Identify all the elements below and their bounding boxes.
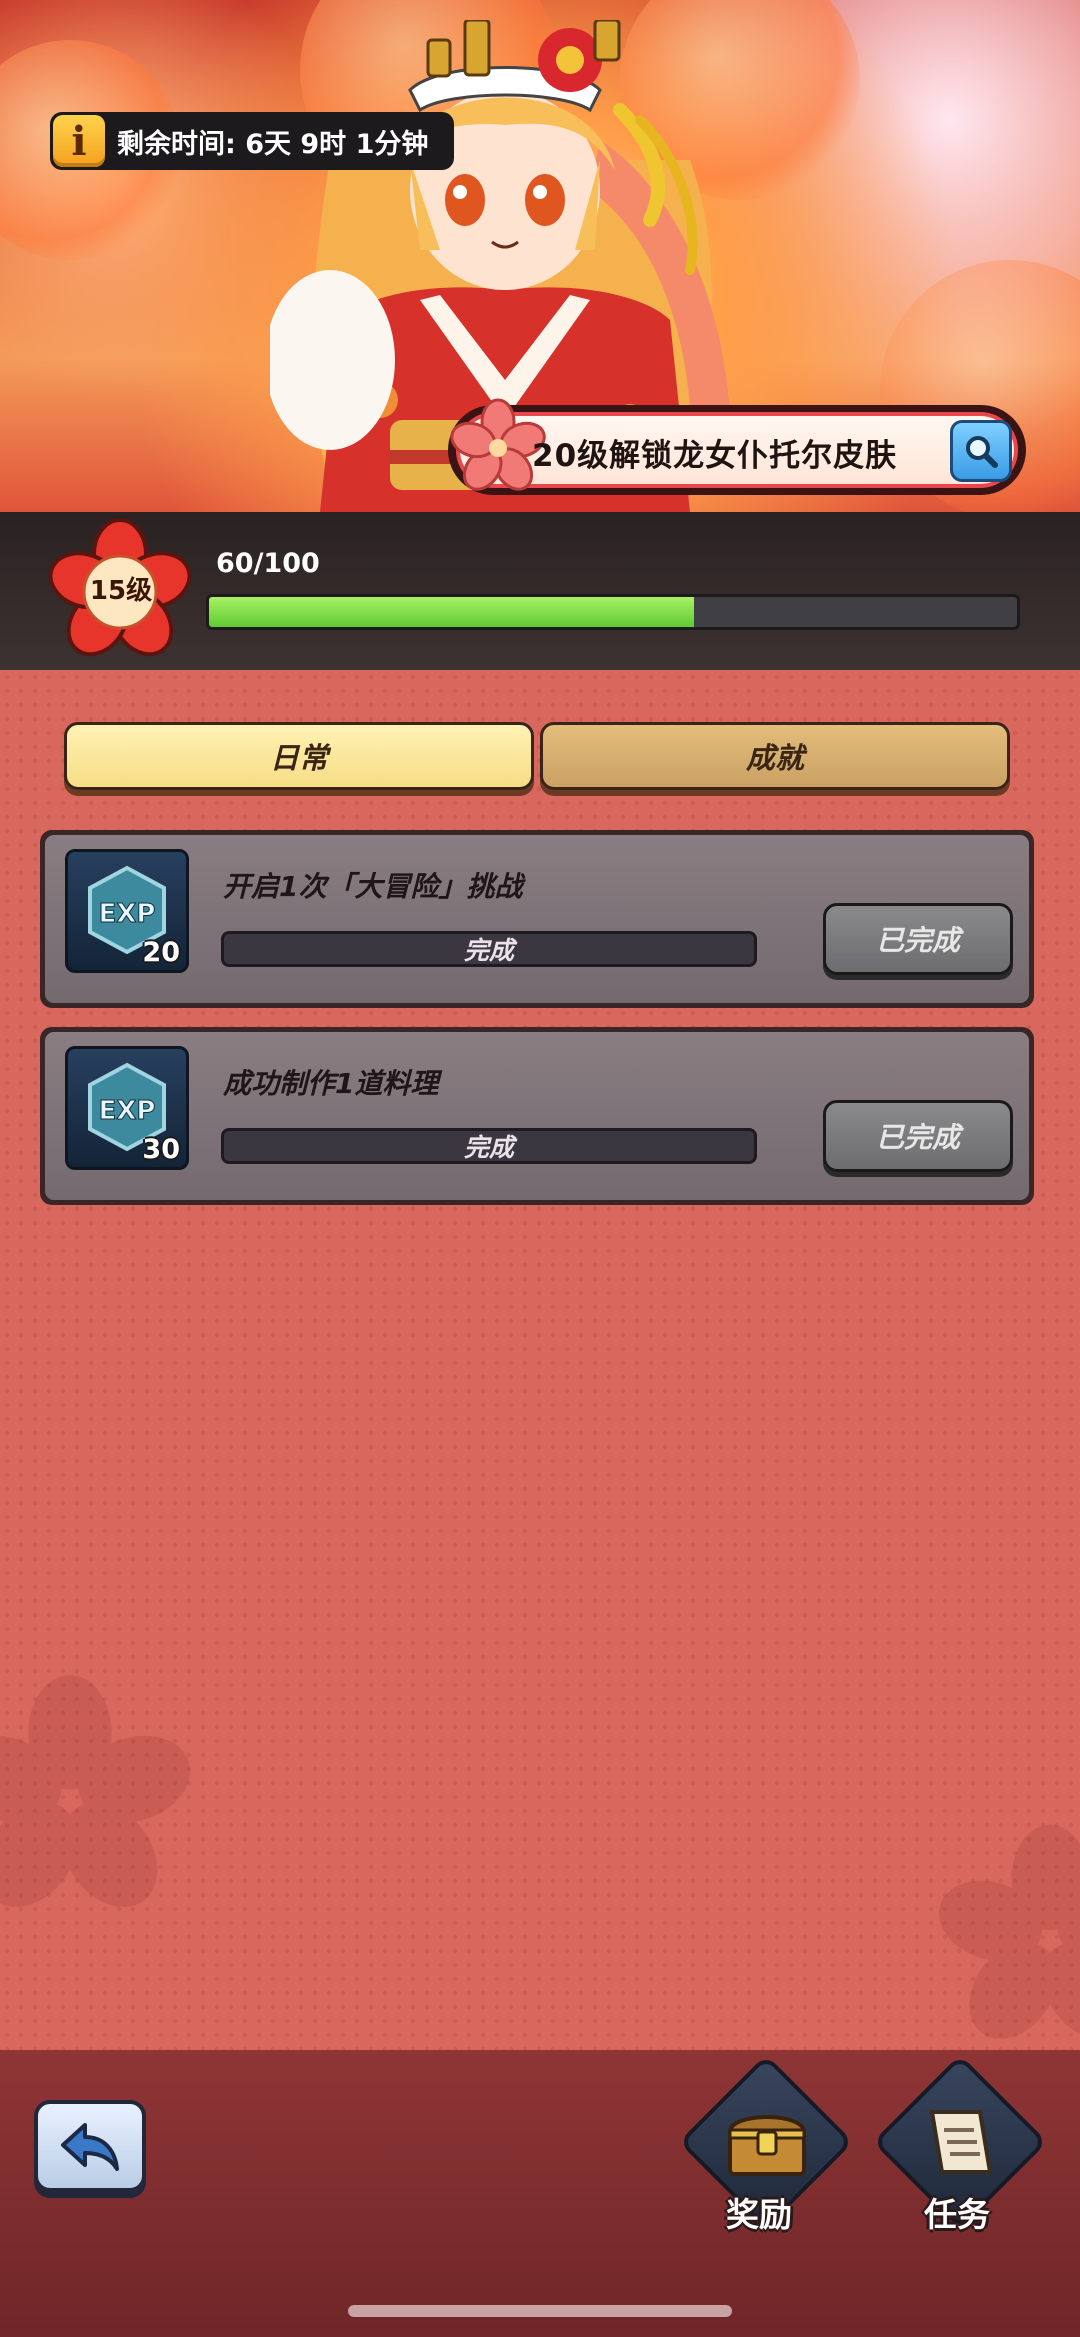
exp-reward-icon: EXP 20 <box>65 849 189 973</box>
home-indicator[interactable] <box>348 2305 732 2317</box>
task-card: EXP 20 开启1次「大冒险」挑战 完成 已完成 <box>40 830 1034 1008</box>
task-title: 开启1次「大冒险」挑战 <box>223 870 523 903</box>
magnifier-button[interactable] <box>950 420 1012 482</box>
task-button-label: 已完成 <box>875 924 960 957</box>
task-completed-button[interactable]: 已完成 <box>823 903 1013 975</box>
exp-progress-fill <box>209 597 694 627</box>
treasure-chest-icon <box>727 2115 807 2176</box>
tab-achievements[interactable]: 成就 <box>540 722 1010 790</box>
exp-reward-icon: EXP 30 <box>65 1046 189 1170</box>
level-text: 15级 <box>89 576 153 606</box>
exp-label: EXP <box>99 899 156 929</box>
task-progress-text: 完成 <box>463 1133 514 1162</box>
event-banner: i 剩余时间: 6天 9时 1分钟 20级解锁龙女仆托尔皮肤 <box>0 0 1080 512</box>
info-icon[interactable]: i <box>53 115 105 167</box>
task-progress-text: 完成 <box>463 936 514 965</box>
task-completed-button[interactable]: 已完成 <box>823 1100 1013 1172</box>
skin-unlock-text: 20级解锁龙女仆托尔皮肤 <box>532 438 898 474</box>
exp-reward-amount: 30 <box>142 1134 180 1165</box>
task-button-label: 已完成 <box>875 1121 960 1154</box>
task-card-body: EXP 30 成功制作1道料理 完成 已完成 <box>45 1032 1029 1200</box>
exp-progress-bar <box>206 594 1020 630</box>
bottom-nav-bar <box>0 2050 1080 2337</box>
tab-daily[interactable]: 日常 <box>64 722 534 790</box>
magnifier-icon <box>966 436 998 468</box>
bg-flower-icon <box>939 1824 1080 2039</box>
task-card: EXP 30 成功制作1道料理 完成 已完成 <box>40 1027 1034 1205</box>
timer-text: 剩余时间: 6天 9时 1分钟 <box>117 128 429 160</box>
exp-progress-text: 60/100 <box>216 548 320 579</box>
tab-daily-label: 日常 <box>269 741 328 775</box>
rewards-nav-label: 奖励 <box>726 2195 792 2234</box>
task-progress-bar: 完成 <box>221 931 757 967</box>
task-card-body: EXP 20 开启1次「大冒险」挑战 完成 已完成 <box>45 835 1029 1003</box>
bg-flower-icon <box>0 1675 191 1908</box>
event-timer: i 剩余时间: 6天 9时 1分钟 <box>50 112 455 170</box>
back-arrow-icon <box>61 2123 119 2171</box>
task-progress-bar: 完成 <box>221 1128 757 1164</box>
exp-reward-amount: 20 <box>142 937 180 968</box>
tasks-nav-label: 任务 <box>924 2195 990 2234</box>
exp-label: EXP <box>99 1096 156 1126</box>
task-title: 成功制作1道料理 <box>223 1067 439 1100</box>
scroll-icon <box>930 2110 992 2174</box>
tab-achievements-label: 成就 <box>745 741 804 775</box>
back-button[interactable] <box>34 2100 146 2192</box>
